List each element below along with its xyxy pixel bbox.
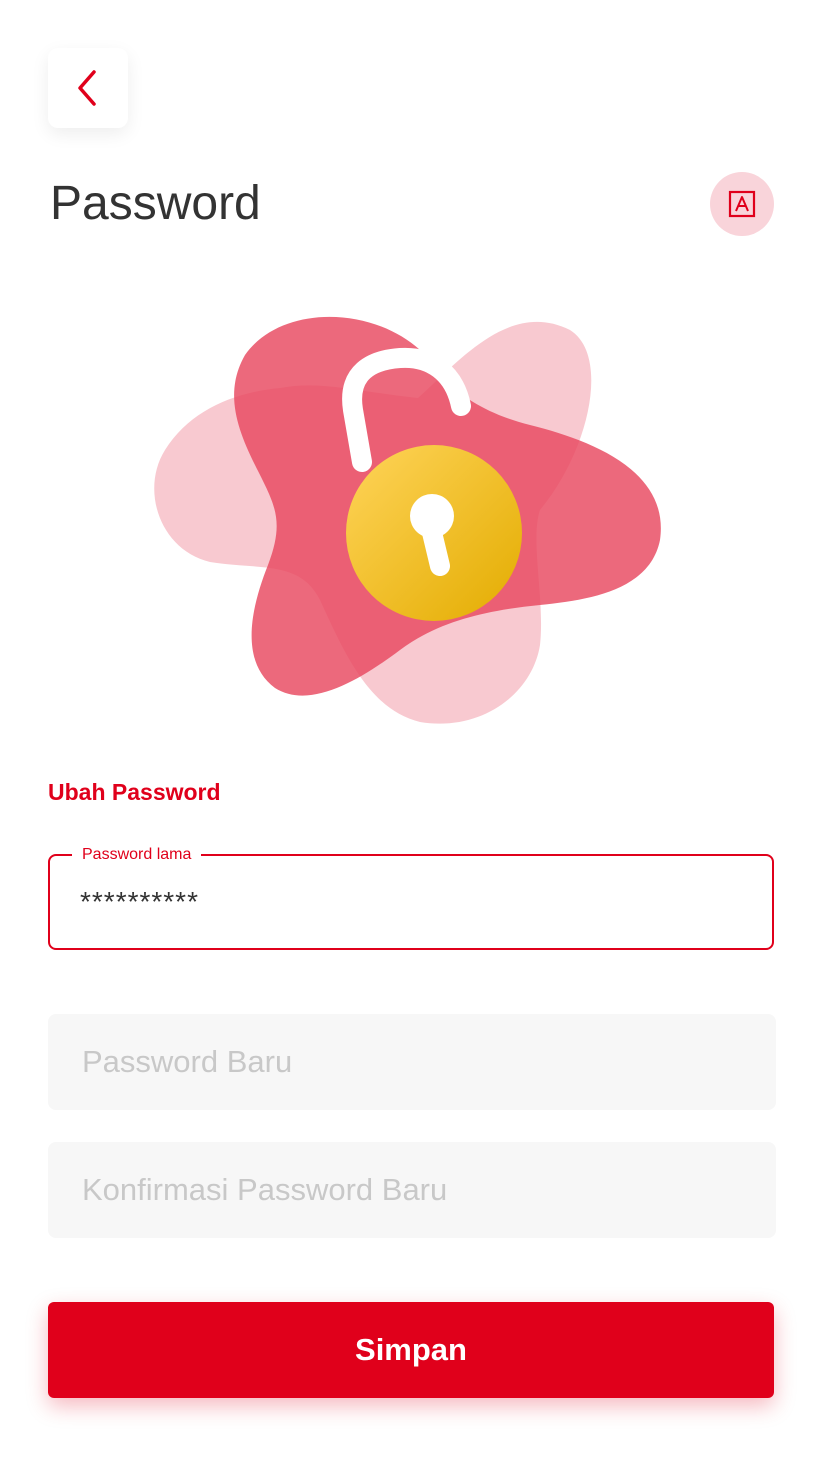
old-password-field[interactable]: Password lama ********** — [48, 845, 774, 950]
page-title: Password — [50, 177, 261, 230]
chevron-left-icon — [78, 70, 96, 106]
old-password-label: Password lama — [72, 845, 202, 865]
new-password-input[interactable] — [48, 1014, 776, 1110]
old-password-value[interactable]: ********** — [80, 884, 199, 920]
change-password-screen: Password Ubah Password Password lama ***… — [0, 0, 822, 1462]
translate-icon — [728, 190, 756, 218]
keyhole-stem — [419, 510, 450, 576]
new-password-field[interactable] — [48, 1014, 776, 1110]
language-button[interactable] — [710, 172, 774, 236]
confirm-password-field[interactable] — [48, 1142, 776, 1238]
unlocked-padlock-illustration — [154, 316, 661, 724]
save-button[interactable]: Simpan — [48, 1302, 774, 1398]
confirm-password-input[interactable] — [48, 1142, 776, 1238]
back-button[interactable] — [48, 48, 128, 128]
section-title: Ubah Password — [48, 779, 221, 805]
